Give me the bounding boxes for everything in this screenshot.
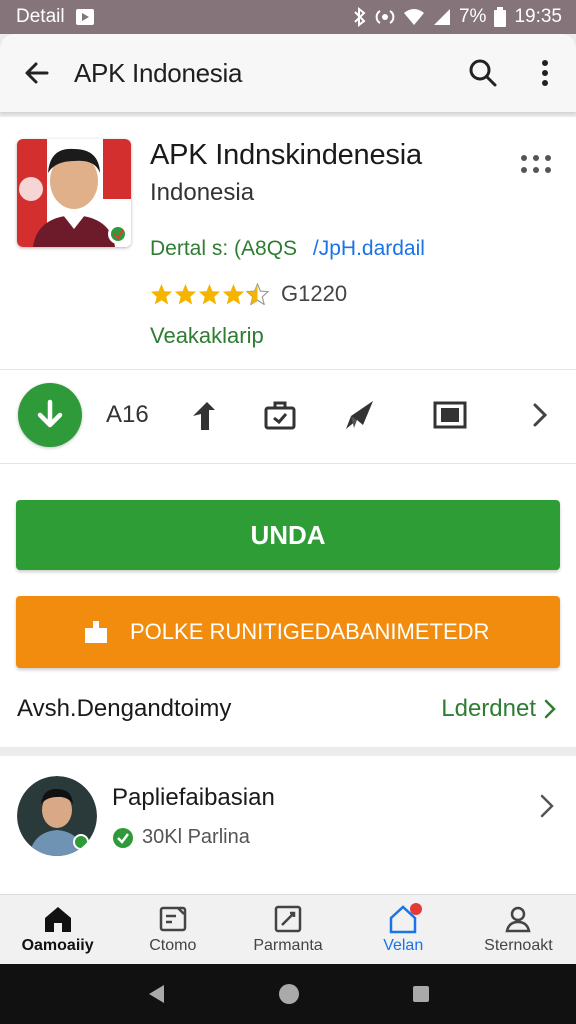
developer-chevron[interactable] <box>540 794 554 823</box>
battery-percent: 7% <box>458 6 487 27</box>
page-title: APK Indonesia <box>74 57 243 88</box>
developer-card[interactable]: Papliefaibasian 30Kl Parlina <box>0 756 576 894</box>
share-icon <box>193 402 215 430</box>
more-section-title: Avsh.Dengandtoimy <box>17 695 232 722</box>
image-icon <box>159 906 187 932</box>
carrier-label: Detail <box>16 6 65 27</box>
download-icon <box>37 399 63 428</box>
app-tag: Veakaklarip <box>150 323 264 348</box>
rating-stars <box>150 283 269 305</box>
nav-label: Ctomo <box>149 937 197 954</box>
divider <box>0 463 576 464</box>
star-half-icon <box>246 283 269 305</box>
vibrate-icon <box>375 7 395 27</box>
nav-label: Sternoakt <box>484 937 553 954</box>
quick-actions-row: A16 <box>0 373 576 465</box>
rating-row: G1220 <box>150 281 347 307</box>
developer-name: Papliefaibasian <box>112 784 275 811</box>
back-button[interactable] <box>0 34 74 112</box>
bluetooth-icon <box>353 7 367 27</box>
avatar <box>17 776 97 856</box>
nav-item-home[interactable]: Oamoaiiy <box>0 895 115 964</box>
app-more-button[interactable] <box>516 149 556 179</box>
recents-square-icon[interactable] <box>412 985 430 1003</box>
meta-label: Dertal s: (A8QS <box>150 237 298 260</box>
nav-item-ctomo[interactable]: Ctomo <box>115 895 230 964</box>
gallery-icon <box>433 401 467 429</box>
more-section-link[interactable]: Lderdnet <box>441 695 556 723</box>
overflow-menu-icon <box>542 60 548 86</box>
play-store-icon <box>75 8 95 26</box>
app-name: APK Indnskindenesia <box>150 139 422 171</box>
app-icon[interactable] <box>17 139 131 247</box>
back-triangle-icon[interactable] <box>146 983 166 1005</box>
star-icon <box>198 283 221 305</box>
system-navigation-bar <box>0 964 576 1024</box>
battery-icon <box>494 7 507 27</box>
bottom-navigation: Oamoaiiy Ctomo Parmanta Velan Sternoakt <box>0 894 576 964</box>
app-bar: APK Indonesia <box>0 34 576 112</box>
secondary-action-label: POLKE RUNITIGEDABANIMETEDR <box>130 619 490 644</box>
chevron-right-icon <box>533 403 548 427</box>
star-icon <box>222 283 245 305</box>
briefcase-button[interactable] <box>260 395 300 435</box>
wifi-icon <box>403 8 425 26</box>
nav-item-sternoakt[interactable]: Sternoakt <box>461 895 576 964</box>
status-bar: Detail 7% 19:35 <box>0 0 576 34</box>
signal-icon <box>433 8 451 26</box>
share-button[interactable] <box>184 395 224 435</box>
notification-badge <box>409 903 422 915</box>
verified-icon <box>113 827 133 848</box>
chevron-right-icon <box>544 699 556 719</box>
star-icon <box>150 283 173 305</box>
briefcase-icon <box>264 401 296 430</box>
divider <box>0 369 576 370</box>
search-icon <box>469 59 497 87</box>
star-icon <box>174 283 197 305</box>
back-arrow-icon <box>25 62 49 84</box>
secondary-action-button[interactable]: POLKE RUNITIGEDABANIMETEDR <box>16 596 560 668</box>
developer-subtitle-text: 30Kl Parlina <box>142 826 250 848</box>
nav-item-parmanta[interactable]: Parmanta <box>230 895 345 964</box>
developer-subtitle: 30Kl Parlina <box>112 826 250 849</box>
download-count: A16 <box>106 401 149 428</box>
person-icon <box>505 906 531 933</box>
app-meta: Dertal s: (A8QS /JpH.dardail <box>150 237 425 261</box>
chevron-right-icon <box>540 794 554 818</box>
clock: 19:35 <box>514 6 562 27</box>
app-subtitle: Indonesia <box>150 179 255 206</box>
download-button[interactable] <box>18 383 82 447</box>
meta-link[interactable]: /JpH.dardail <box>313 237 425 260</box>
send-button[interactable] <box>340 395 380 435</box>
app-detail-card: APK Indnskindenesia Indonesia Dertal s: … <box>0 117 576 747</box>
search-button[interactable] <box>452 34 514 112</box>
nav-label: Parmanta <box>253 937 323 954</box>
home-icon <box>44 907 71 932</box>
edit-icon <box>274 905 302 933</box>
chevron-right-button[interactable] <box>520 395 560 435</box>
home-circle-icon[interactable] <box>278 983 300 1005</box>
overflow-menu-button[interactable] <box>514 34 576 112</box>
gallery-button[interactable] <box>430 395 470 435</box>
more-link-label: Lderdnet <box>441 695 536 722</box>
send-icon <box>346 401 373 429</box>
nav-item-velan[interactable]: Velan <box>346 895 461 964</box>
install-button[interactable]: UNDA <box>16 500 560 570</box>
rating-count: G1220 <box>281 281 348 306</box>
gift-icon <box>76 619 116 645</box>
nav-label: Velan <box>383 937 424 954</box>
nav-label: Oamoaiiy <box>21 937 94 954</box>
